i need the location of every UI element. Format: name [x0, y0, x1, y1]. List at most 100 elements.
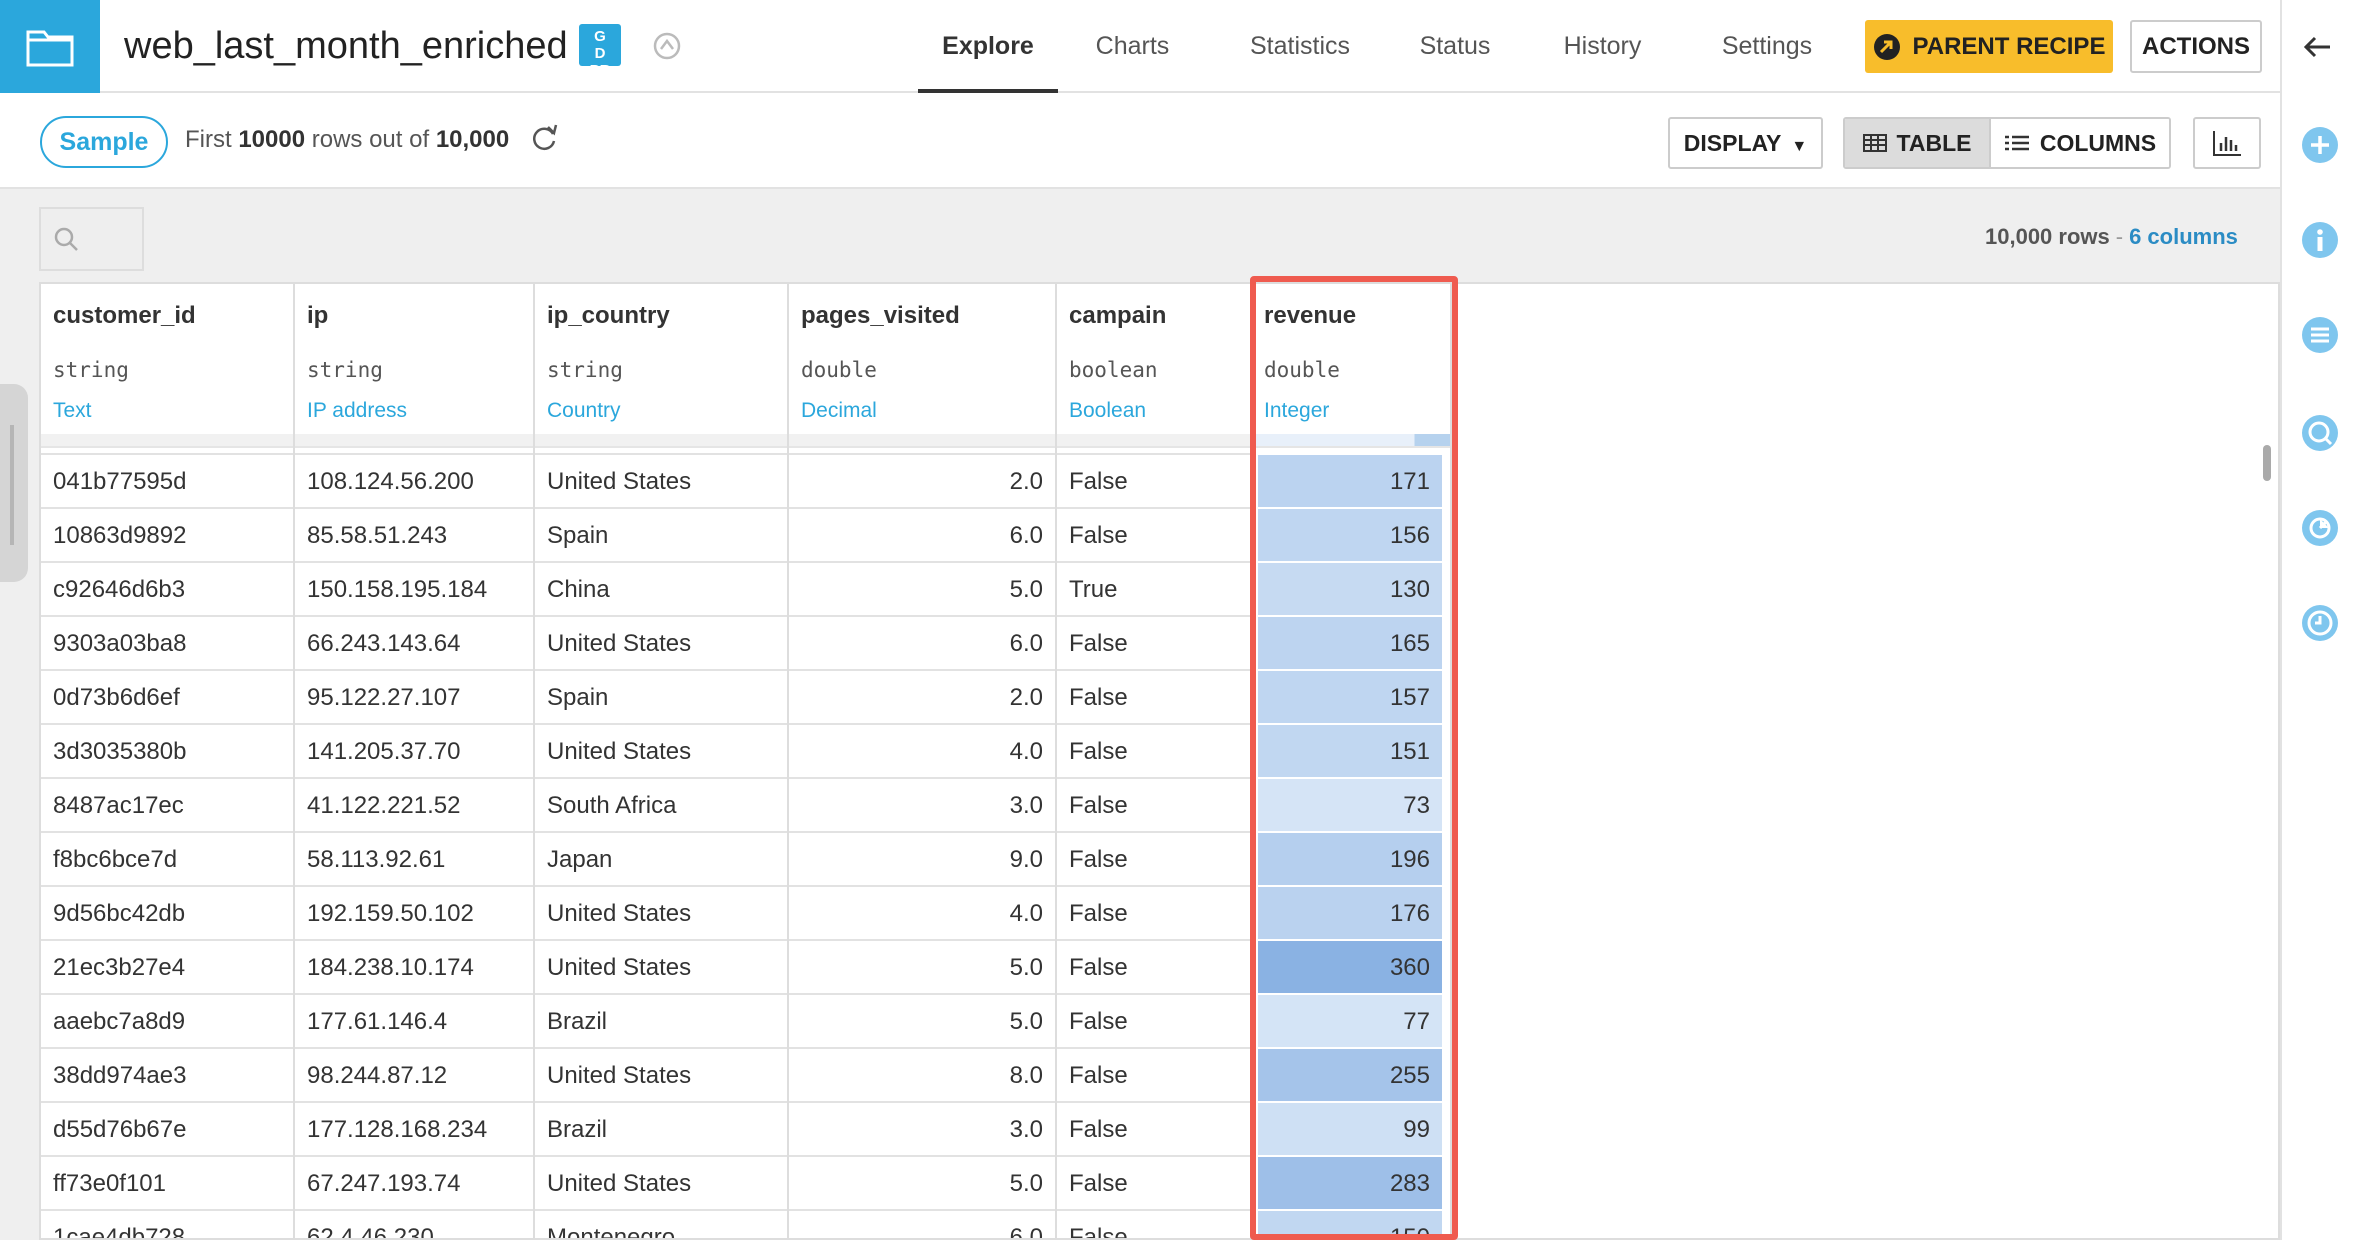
- tab-settings[interactable]: Settings: [1707, 0, 1827, 93]
- table-cell[interactable]: 6.0: [789, 615, 1055, 669]
- table-cell[interactable]: 77: [1258, 993, 1442, 1047]
- table-cell[interactable]: ff73e0f101: [41, 1155, 293, 1209]
- table-cell[interactable]: 73: [1258, 777, 1442, 831]
- table-cell[interactable]: 141.205.37.70: [295, 723, 533, 777]
- table-cell[interactable]: 3.0: [789, 777, 1055, 831]
- discussion-icon[interactable]: [2300, 413, 2340, 453]
- column-meaning[interactable]: IP address: [307, 399, 407, 423]
- table-cell[interactable]: False: [1057, 777, 1250, 831]
- table-cell[interactable]: True: [1057, 561, 1250, 615]
- column-quality-bar[interactable]: [1057, 434, 1250, 448]
- table-cell[interactable]: False: [1057, 1209, 1250, 1238]
- table-cell[interactable]: 6.0: [789, 507, 1055, 561]
- chart-toggle-button[interactable]: [2193, 117, 2261, 169]
- table-cell[interactable]: False: [1057, 885, 1250, 939]
- table-cell[interactable]: 041b77595d: [41, 453, 293, 507]
- table-cell[interactable]: 108.124.56.200: [295, 453, 533, 507]
- table-cell[interactable]: China: [535, 561, 787, 615]
- columns-view-button[interactable]: COLUMNS: [1989, 119, 2169, 167]
- tab-history[interactable]: History: [1550, 0, 1655, 93]
- table-cell[interactable]: 2.0: [789, 669, 1055, 723]
- table-cell[interactable]: 62.4.46.230: [295, 1209, 533, 1238]
- search-input[interactable]: [39, 207, 144, 271]
- table-cell[interactable]: False: [1057, 831, 1250, 885]
- table-cell[interactable]: United States: [535, 453, 787, 507]
- column-meaning[interactable]: Text: [53, 399, 92, 423]
- table-cell[interactable]: 176: [1258, 885, 1442, 939]
- column-meaning[interactable]: Boolean: [1069, 399, 1146, 423]
- tab-statistics[interactable]: Statistics: [1235, 0, 1365, 93]
- table-cell[interactable]: 9d56bc42db: [41, 885, 293, 939]
- table-cell[interactable]: 6.0: [789, 1209, 1055, 1238]
- table-cell[interactable]: United States: [535, 939, 787, 993]
- table-cell[interactable]: 150.158.195.184: [295, 561, 533, 615]
- column-storage-type[interactable]: double: [801, 358, 877, 382]
- column-header-name[interactable]: pages_visited: [801, 302, 960, 330]
- table-cell[interactable]: Spain: [535, 669, 787, 723]
- list-icon[interactable]: [2300, 315, 2340, 355]
- table-cell[interactable]: 165: [1258, 615, 1442, 669]
- table-cell[interactable]: 150: [1258, 1209, 1442, 1238]
- table-cell[interactable]: 360: [1258, 939, 1442, 993]
- table-cell[interactable]: False: [1057, 993, 1250, 1047]
- table-cell[interactable]: 67.247.193.74: [295, 1155, 533, 1209]
- tab-charts[interactable]: Charts: [1080, 0, 1185, 93]
- table-cell[interactable]: Spain: [535, 507, 787, 561]
- table-cell[interactable]: United States: [535, 1155, 787, 1209]
- table-cell[interactable]: 196: [1258, 831, 1442, 885]
- table-cell[interactable]: False: [1057, 453, 1250, 507]
- table-cell[interactable]: United States: [535, 723, 787, 777]
- table-cell[interactable]: 5.0: [789, 561, 1055, 615]
- table-cell[interactable]: 38dd974ae3: [41, 1047, 293, 1101]
- column-quality-bar[interactable]: [535, 434, 787, 448]
- sync-status-icon[interactable]: [652, 31, 682, 61]
- table-cell[interactable]: 58.113.92.61: [295, 831, 533, 885]
- tab-explore[interactable]: Explore: [918, 0, 1058, 93]
- table-cell[interactable]: 192.159.50.102: [295, 885, 533, 939]
- table-cell[interactable]: False: [1057, 615, 1250, 669]
- table-cell[interactable]: Brazil: [535, 1101, 787, 1155]
- table-cell[interactable]: aaebc7a8d9: [41, 993, 293, 1047]
- table-cell[interactable]: c92646d6b3: [41, 561, 293, 615]
- table-cell[interactable]: False: [1057, 1047, 1250, 1101]
- table-cell[interactable]: 151: [1258, 723, 1442, 777]
- table-cell[interactable]: 156: [1258, 507, 1442, 561]
- display-dropdown[interactable]: DISPLAY ▼: [1668, 117, 1823, 169]
- vertical-scrollbar[interactable]: [2263, 445, 2271, 481]
- table-cell[interactable]: 9.0: [789, 831, 1055, 885]
- actions-button[interactable]: ACTIONS: [2130, 20, 2262, 73]
- table-cell[interactable]: False: [1057, 1155, 1250, 1209]
- tab-status[interactable]: Status: [1408, 0, 1502, 93]
- column-header-name[interactable]: revenue: [1264, 302, 1356, 330]
- column-storage-type[interactable]: string: [53, 358, 129, 382]
- table-cell[interactable]: 3d3035380b: [41, 723, 293, 777]
- column-quality-bar[interactable]: [41, 434, 293, 448]
- table-cell[interactable]: 98.244.87.12: [295, 1047, 533, 1101]
- column-header-name[interactable]: ip_country: [547, 302, 670, 330]
- table-cell[interactable]: 4.0: [789, 723, 1055, 777]
- table-cell[interactable]: South Africa: [535, 777, 787, 831]
- column-meaning[interactable]: Decimal: [801, 399, 877, 423]
- table-cell[interactable]: United States: [535, 615, 787, 669]
- table-cell[interactable]: f8bc6bce7d: [41, 831, 293, 885]
- back-arrow-icon[interactable]: [2300, 32, 2336, 62]
- column-meaning[interactable]: Country: [547, 399, 621, 423]
- table-cell[interactable]: False: [1057, 723, 1250, 777]
- table-cell[interactable]: Japan: [535, 831, 787, 885]
- column-quality-bar[interactable]: [295, 434, 533, 448]
- parent-recipe-button[interactable]: PARENT RECIPE: [1865, 20, 2113, 73]
- column-storage-type[interactable]: double: [1264, 358, 1340, 382]
- dataset-folder-icon[interactable]: [0, 0, 100, 93]
- table-cell[interactable]: United States: [535, 885, 787, 939]
- column-header-name[interactable]: customer_id: [53, 302, 196, 330]
- info-icon[interactable]: [2300, 220, 2340, 260]
- table-cell[interactable]: False: [1057, 669, 1250, 723]
- table-cell[interactable]: United States: [535, 1047, 787, 1101]
- column-header-name[interactable]: ip: [307, 302, 328, 330]
- table-cell[interactable]: False: [1057, 507, 1250, 561]
- table-cell[interactable]: Montenegro: [535, 1209, 787, 1238]
- column-storage-type[interactable]: boolean: [1069, 358, 1158, 382]
- table-cell[interactable]: 41.122.221.52: [295, 777, 533, 831]
- table-cell[interactable]: False: [1057, 939, 1250, 993]
- sample-button[interactable]: Sample: [40, 116, 168, 168]
